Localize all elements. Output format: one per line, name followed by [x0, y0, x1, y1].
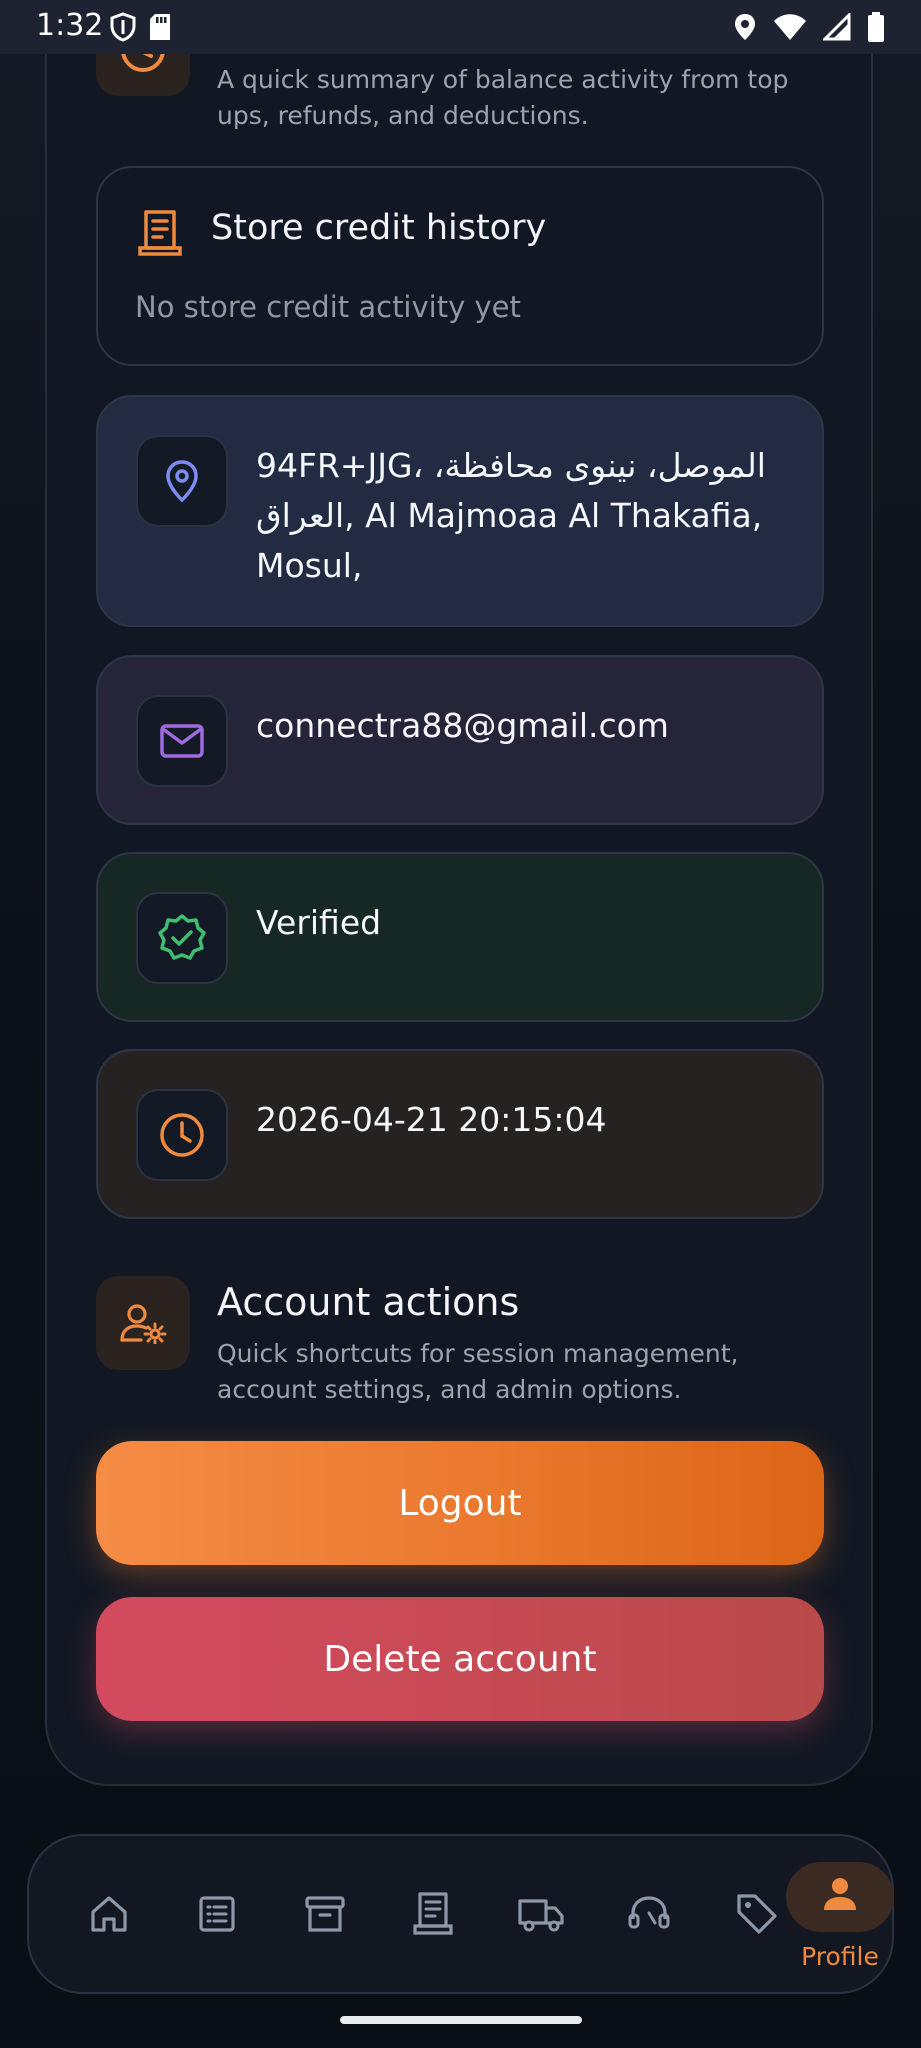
bottom-nav: Profile	[27, 1834, 894, 1994]
receipt-icon	[413, 1892, 453, 1936]
truck-icon	[517, 1895, 565, 1933]
home-icon	[89, 1894, 129, 1934]
location-pin-icon	[136, 435, 228, 527]
signal-icon	[823, 13, 851, 41]
receipt-icon	[138, 210, 182, 262]
battery-icon	[867, 12, 885, 42]
store-credit-card: Store credit history No store credit act…	[96, 166, 824, 366]
nav-archive[interactable]	[275, 1836, 375, 1992]
archive-icon	[304, 1894, 346, 1934]
nav-profile-label[interactable]: Profile	[786, 1942, 894, 1971]
nav-home[interactable]	[59, 1836, 159, 1992]
location-icon	[733, 12, 757, 42]
verification-status: Verified	[256, 903, 382, 942]
sd-card-icon	[148, 12, 172, 42]
home-indicator[interactable]	[340, 2016, 582, 2024]
status-bar: 1:32	[0, 0, 921, 54]
nav-receipts[interactable]	[383, 1836, 483, 1992]
email-text: connectra88@gmail.com	[256, 706, 669, 745]
nav-support[interactable]	[599, 1836, 699, 1992]
nav-list[interactable]	[167, 1836, 267, 1992]
store-credit-empty-text: No store credit activity yet	[135, 290, 521, 324]
profile-icon	[819, 1874, 861, 1920]
account-actions-description: Quick shortcuts for session management, …	[217, 1339, 739, 1404]
support-icon	[627, 1893, 671, 1935]
timestamp-card: 2026-04-21 20:15:04	[96, 1049, 824, 1219]
balance-summary-description: A quick summary of balance activity from…	[217, 65, 789, 130]
delete-account-button[interactable]: Delete account	[96, 1597, 824, 1721]
verified-badge-icon	[136, 892, 228, 984]
mail-icon	[136, 695, 228, 787]
store-credit-title: Store credit history	[211, 208, 547, 248]
nav-profile[interactable]	[786, 1862, 894, 1932]
timestamp-text: 2026-04-21 20:15:04	[256, 1100, 607, 1139]
clock-icon	[136, 1089, 228, 1181]
status-time: 1:32	[36, 8, 104, 43]
verification-card: Verified	[96, 852, 824, 1022]
logout-button[interactable]: Logout	[96, 1441, 824, 1565]
address-text: 94FR+JJG، الموصل، نينوى محافظة، العراق, …	[256, 446, 766, 585]
address-card: 94FR+JJG، الموصل، نينوى محافظة، العراق, …	[96, 395, 824, 627]
nav-delivery[interactable]	[491, 1836, 591, 1992]
email-card: connectra88@gmail.com	[96, 655, 824, 825]
shield-icon	[110, 12, 136, 42]
tag-icon	[735, 1892, 779, 1936]
user-settings-icon	[96, 1276, 190, 1370]
list-icon	[197, 1894, 237, 1934]
account-actions-title: Account actions	[217, 1280, 520, 1324]
wifi-icon	[773, 13, 807, 41]
